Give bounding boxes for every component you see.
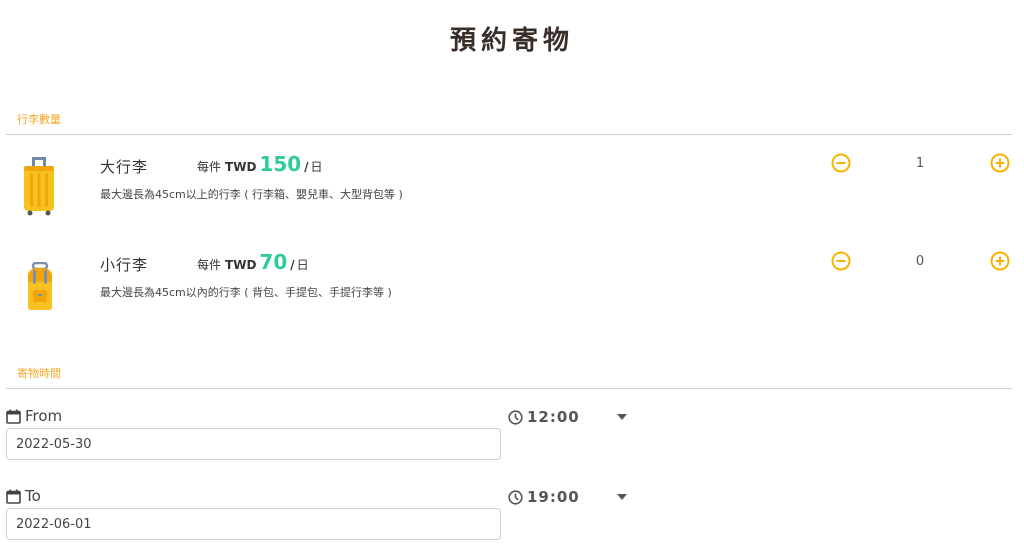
caret-down-icon [617,414,627,420]
from-date-input[interactable] [6,428,501,460]
quantity-value: 0 [915,254,925,269]
suitcase-icon [20,156,58,220]
from-label: From [6,407,62,425]
minus-circle-icon [831,251,851,271]
section-divider [6,134,1012,135]
price-currency: TWD [225,258,257,272]
plus-circle-icon [990,251,1010,271]
to-label-text: To [25,487,41,505]
from-label-text: From [25,407,63,425]
clock-icon [508,489,523,505]
price-slash: / [290,258,295,272]
item-name: 小行李 [100,256,149,274]
item-description: 最大邊長為45cm以內的行李 ( 背包、手提包、手提行李等 ) [100,286,392,299]
plus-circle-icon [990,153,1010,173]
item-description: 最大邊長為45cm以上的行李 ( 行李箱、嬰兒車、大型背包等 ) [100,188,403,201]
calendar-icon [6,489,21,504]
price-currency: TWD [225,160,257,174]
section-divider [6,388,1012,389]
price-per-label: 每件 [197,160,222,174]
to-time-select[interactable]: 19:00 [508,486,632,508]
quantity-value: 1 [915,156,925,171]
caret-down-icon [617,494,627,500]
price-per-label: 每件 [197,258,222,272]
increase-quantity-button[interactable] [990,153,1010,173]
price-amount: 150 [259,152,302,176]
calendar-icon [6,409,21,424]
luggage-item-small: 小行李 每件 TWD 70 / 日 最大邊長為45cm以內的行李 ( 背包、手提… [0,250,1024,334]
page-title: 預約寄物 [449,26,574,56]
from-time-value: 12:00 [527,408,580,426]
to-date-input[interactable] [6,508,501,540]
minus-circle-icon [831,153,851,173]
decrease-quantity-button[interactable] [831,251,851,271]
price-unit: 日 [310,160,323,174]
increase-quantity-button[interactable] [990,251,1010,271]
item-price: 每件 TWD 150 / 日 [197,152,323,176]
decrease-quantity-button[interactable] [831,153,851,173]
from-time-select[interactable]: 12:00 [508,406,632,428]
price-amount: 70 [259,250,288,274]
clock-icon [508,409,523,425]
backpack-icon [22,261,58,316]
luggage-item-large: 大行李 每件 TWD 150 / 日 最大邊長為45cm以上的行李 ( 行李箱、… [0,152,1024,236]
price-unit: 日 [296,258,309,272]
item-name: 大行李 [100,158,149,176]
to-label: To [6,487,41,505]
price-slash: / [304,160,309,174]
section-label-time: 寄物時間 [17,367,61,380]
to-time-value: 19:00 [527,488,580,506]
section-label-luggage: 行李數量 [17,113,61,126]
item-price: 每件 TWD 70 / 日 [197,250,309,274]
